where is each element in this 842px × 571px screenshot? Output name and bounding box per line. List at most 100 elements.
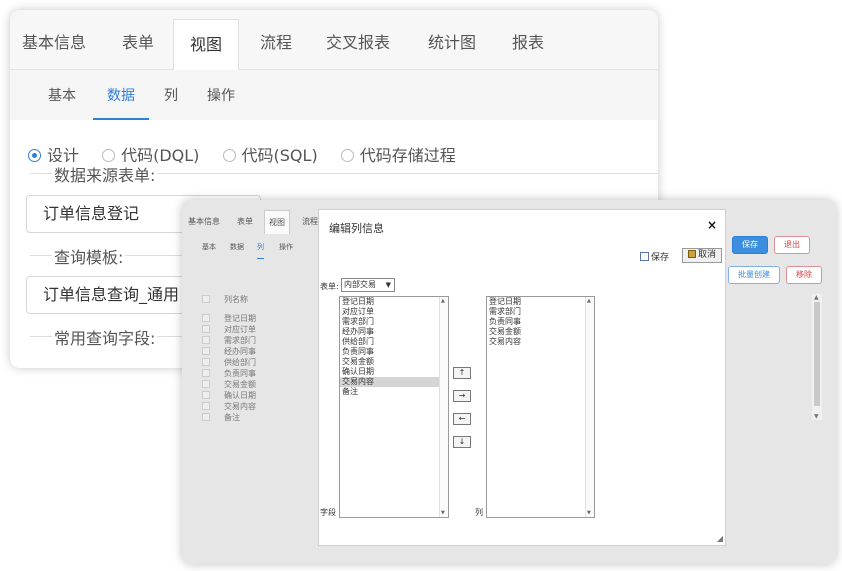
save-checkbox[interactable]: 保存	[640, 250, 669, 263]
select-all-checkbox[interactable]	[202, 295, 210, 303]
scroll-down-icon[interactable]: ▼	[587, 510, 591, 516]
radio-stored-procedure[interactable]: 代码存储过程	[340, 142, 456, 166]
radio-icon	[102, 149, 116, 162]
edit-columns-dialog: 编辑列信息 × 保存 取消 表单: 内部交易 ▼ 登记日期 对应订单 需求部门 经…	[318, 209, 726, 546]
subtab-columns[interactable]: 列	[164, 70, 178, 120]
tab-report[interactable]: 报表	[512, 10, 544, 70]
row-checkbox[interactable]	[202, 402, 210, 410]
row-checkbox[interactable]	[202, 347, 210, 355]
panel-subtab-actions[interactable]: 操作	[279, 236, 293, 258]
list-item[interactable]: 负责同事	[487, 317, 594, 327]
panel-subtabbar: 基本 数据 列 操作	[182, 236, 322, 259]
panel-subtab-basic[interactable]: 基本	[202, 236, 216, 258]
remove-button[interactable]: 移除	[786, 266, 822, 284]
panel-tab-basic-info[interactable]: 基本信息	[188, 210, 220, 234]
row-checkbox[interactable]	[202, 413, 210, 421]
scroll-up-icon[interactable]: ▲	[814, 294, 819, 301]
batch-create-button[interactable]: 批量创建	[728, 266, 780, 284]
subtab-data[interactable]: 数据	[93, 70, 149, 120]
list-item[interactable]: 登记日期	[340, 297, 448, 307]
sub-tabbar: 基本 数据 列 操作	[10, 70, 658, 120]
scroll-down-icon[interactable]: ▼	[814, 413, 819, 420]
table-select[interactable]: 内部交易 ▼	[341, 278, 395, 292]
dialog-title: 编辑列信息	[329, 222, 384, 235]
list-item[interactable]: 负责同事	[340, 347, 448, 357]
move-down-button[interactable]: ↓	[453, 436, 471, 448]
list-item[interactable]: 需求部门	[487, 307, 594, 317]
panel-tab-view[interactable]: 视图	[264, 210, 290, 234]
tab-cross-report[interactable]: 交叉报表	[326, 10, 390, 70]
list-item: 供给部门	[202, 357, 256, 368]
list-item: 确认日期	[202, 390, 256, 401]
exit-button[interactable]: 退出	[774, 236, 810, 254]
column-list: 列名称 登记日期 对应订单 需求部门 经办同事 供给部门 负责同事 交易金额 确…	[202, 294, 256, 423]
row-checkbox[interactable]	[202, 358, 210, 366]
save-button[interactable]: 保存	[732, 236, 768, 254]
list-item: 对应订单	[202, 324, 256, 335]
source-form-label: 数据来源表单:	[52, 162, 158, 186]
tab-statistics-chart[interactable]: 统计图	[428, 10, 476, 70]
row-checkbox[interactable]	[202, 336, 210, 344]
list-item[interactable]: 备注	[340, 387, 448, 397]
row-checkbox[interactable]	[202, 380, 210, 388]
cancel-button[interactable]: 取消	[682, 248, 722, 263]
panel-scrollbar[interactable]: ▲ ▼	[812, 294, 822, 420]
tab-form[interactable]: 表单	[122, 10, 154, 70]
fields-label: 字段	[320, 508, 336, 517]
list-item-selected[interactable]: 交易内容	[340, 377, 448, 387]
radio-icon	[340, 149, 354, 162]
available-fields-listbox[interactable]: 登记日期 对应订单 需求部门 经办同事 供给部门 负责同事 交易金额 确认日期 …	[339, 296, 449, 518]
list-item[interactable]: 交易金额	[340, 357, 448, 367]
list-item: 交易金额	[202, 379, 256, 390]
move-up-button[interactable]: ↑	[453, 367, 471, 379]
list-item: 备注	[202, 412, 256, 423]
list-item[interactable]: 交易内容	[487, 337, 594, 347]
scroll-up-icon[interactable]: ▲	[441, 298, 445, 304]
column-list-header: 列名称	[202, 294, 256, 305]
panel-subtab-data[interactable]: 数据	[230, 236, 244, 258]
list-item[interactable]: 交易金额	[487, 327, 594, 337]
list-item[interactable]: 确认日期	[340, 367, 448, 377]
checkbox-icon	[640, 252, 649, 261]
listbox-scrollbar[interactable]: ▲ ▼	[585, 297, 594, 517]
close-icon[interactable]: ×	[707, 218, 717, 232]
panel-tabbar: 基本信息 表单 视图 流程	[182, 210, 322, 234]
chevron-down-icon: ▼	[385, 281, 391, 289]
remove-from-columns-button[interactable]: ←	[453, 413, 471, 425]
row-checkbox[interactable]	[202, 314, 210, 322]
list-item: 需求部门	[202, 335, 256, 346]
selected-columns-listbox[interactable]: 登记日期 需求部门 负责同事 交易金额 交易内容 ▲ ▼	[486, 296, 595, 518]
subtab-actions[interactable]: 操作	[207, 70, 235, 120]
list-item[interactable]: 登记日期	[487, 297, 594, 307]
list-item: 交易内容	[202, 401, 256, 412]
list-item[interactable]: 经办同事	[340, 327, 448, 337]
panel-tab-workflow[interactable]: 流程	[302, 210, 318, 234]
row-checkbox[interactable]	[202, 325, 210, 333]
tab-basic-info[interactable]: 基本信息	[22, 10, 86, 70]
panel-subtab-columns[interactable]: 列	[257, 236, 264, 259]
radio-checked-icon	[28, 149, 41, 162]
listbox-scrollbar[interactable]: ▲ ▼	[439, 297, 448, 517]
radio-code-sql[interactable]: 代码(SQL)	[222, 142, 318, 166]
row-checkbox[interactable]	[202, 369, 210, 377]
scrollbar-thumb[interactable]	[814, 302, 820, 406]
list-item[interactable]: 供给部门	[340, 337, 448, 347]
common-query-fields-label: 常用查询字段:	[52, 325, 158, 349]
panel-tab-form[interactable]: 表单	[237, 210, 253, 234]
query-template-label: 查询模板:	[52, 244, 126, 268]
list-item: 负责同事	[202, 368, 256, 379]
row-checkbox[interactable]	[202, 391, 210, 399]
add-to-columns-button[interactable]: →	[453, 390, 471, 402]
list-item: 经办同事	[202, 346, 256, 357]
list-item[interactable]: 对应订单	[340, 307, 448, 317]
main-tabbar: 基本信息 表单 视图 流程 交叉报表 统计图 报表	[10, 10, 658, 71]
scroll-up-icon[interactable]: ▲	[587, 298, 591, 304]
tab-view[interactable]: 视图	[173, 19, 240, 71]
subtab-basic[interactable]: 基本	[48, 70, 76, 120]
resize-grip-icon[interactable]: ◢	[717, 534, 723, 543]
list-item[interactable]: 需求部门	[340, 317, 448, 327]
columns-label: 列	[475, 508, 483, 517]
scroll-down-icon[interactable]: ▼	[441, 510, 445, 516]
tab-workflow[interactable]: 流程	[260, 10, 292, 70]
cancel-icon	[687, 250, 696, 258]
